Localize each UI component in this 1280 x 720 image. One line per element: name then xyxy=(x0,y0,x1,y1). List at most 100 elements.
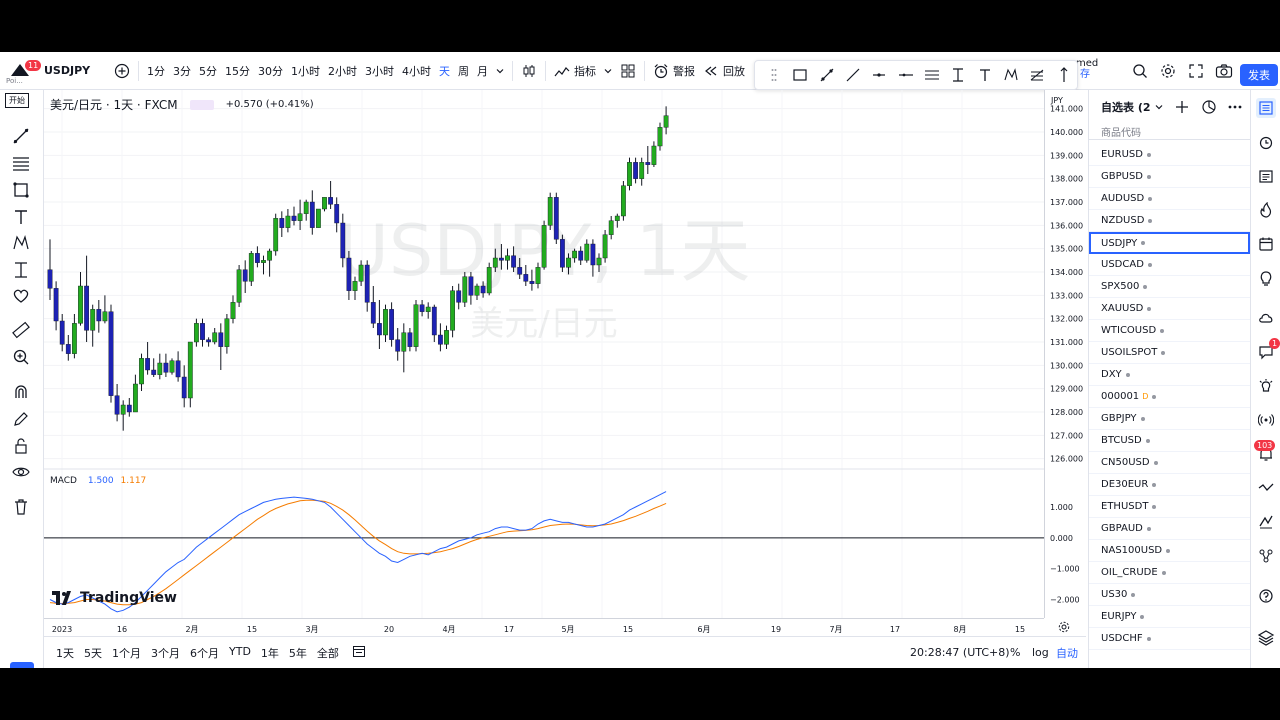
trend-line-tool[interactable] xyxy=(814,62,840,88)
trading-panel-button[interactable] xyxy=(1256,478,1276,498)
zoom-tool[interactable] xyxy=(10,346,32,368)
forecast-left-tool[interactable] xyxy=(10,259,32,281)
price-scale[interactable]: JPY 141.000 140.000 139.000 138.000 137.000 1… xyxy=(1044,90,1086,618)
watchlist-row[interactable]: CN50USD xyxy=(1089,452,1250,474)
favorites-left-tool[interactable] xyxy=(10,285,32,307)
calendar-button[interactable] xyxy=(1256,234,1276,254)
range-1[interactable]: 5天 xyxy=(79,645,107,661)
pie-chart-icon[interactable] xyxy=(1201,99,1217,115)
search-button[interactable] xyxy=(1128,58,1152,84)
interval-4[interactable]: 30分 xyxy=(254,58,287,84)
watchlist-row[interactable]: XAUUSD xyxy=(1089,298,1250,320)
hotlists-button[interactable] xyxy=(1256,200,1276,220)
layout-name[interactable]: med 存 xyxy=(1076,58,1098,80)
ray-tool[interactable] xyxy=(840,62,866,88)
stay-drawing-tool[interactable] xyxy=(10,408,32,430)
layouts-button[interactable] xyxy=(616,58,640,84)
user-avatar[interactable]: 11 Poi... xyxy=(0,52,42,90)
chart-type-button[interactable] xyxy=(517,58,541,84)
watchlist-row[interactable]: USDJPY xyxy=(1089,232,1250,254)
watchlist-row[interactable]: ETHUSDT xyxy=(1089,496,1250,518)
trend-line-left-tool[interactable] xyxy=(10,125,32,147)
text-tool[interactable] xyxy=(972,62,998,88)
magnet-tool[interactable] xyxy=(10,381,32,403)
interval-5[interactable]: 1小时 xyxy=(287,58,324,84)
symbol-search[interactable]: USDJPY xyxy=(40,58,110,84)
more-dots-icon[interactable] xyxy=(1227,99,1243,115)
watchlist-row[interactable]: EURUSD xyxy=(1089,144,1250,166)
clock[interactable]: 20:28:47 (UTC+8) xyxy=(910,646,1010,659)
chevron-down-icon[interactable] xyxy=(1155,103,1163,111)
interval-0[interactable]: 1分 xyxy=(143,58,169,84)
chart-pane[interactable]: USDJPY, 1天 美元/日元 美元/日元 · 1天 · FXCM +0.570… xyxy=(44,90,1044,618)
watchlist-row[interactable]: GBPAUD xyxy=(1089,518,1250,540)
watchlist-row[interactable]: USOILSPOT xyxy=(1089,342,1250,364)
measure-tool[interactable] xyxy=(10,319,32,341)
interval-7[interactable]: 3小时 xyxy=(361,58,398,84)
broadcast-button[interactable] xyxy=(1256,410,1276,430)
watchlist-row[interactable]: AUDUSD xyxy=(1089,188,1250,210)
ideas-button[interactable] xyxy=(1256,268,1276,288)
watchlist-row[interactable]: GBPUSD xyxy=(1089,166,1250,188)
range-7[interactable]: 5年 xyxy=(284,645,312,661)
watchlist-row[interactable]: 000001 D xyxy=(1089,386,1250,408)
watchlist-row[interactable]: USDCAD xyxy=(1089,254,1250,276)
interval-8[interactable]: 4小时 xyxy=(398,58,435,84)
help-button[interactable] xyxy=(1256,586,1276,606)
lock-drawings-tool[interactable] xyxy=(10,435,32,457)
range-6[interactable]: 1年 xyxy=(256,645,284,661)
interval-3[interactable]: 15分 xyxy=(221,58,254,84)
snapshot-button[interactable] xyxy=(1211,58,1237,84)
watchlist-row[interactable]: BTCUSD xyxy=(1089,430,1250,452)
interval-1[interactable]: 3分 xyxy=(169,58,195,84)
fullscreen-button[interactable] xyxy=(1184,58,1208,84)
pattern-left-tool[interactable] xyxy=(10,232,32,254)
watchlist-row[interactable]: GBPJPY xyxy=(1089,408,1250,430)
price-range-tool[interactable] xyxy=(1051,62,1077,88)
rectangle-tool[interactable] xyxy=(787,62,813,88)
dom-button[interactable] xyxy=(1256,512,1276,532)
range-3[interactable]: 3个月 xyxy=(146,645,185,661)
interval-11[interactable]: 月 xyxy=(473,58,492,84)
indicators-button[interactable]: 指标 xyxy=(550,58,600,84)
watchlist-widget-button[interactable] xyxy=(1256,98,1276,118)
chats-button[interactable]: 1 xyxy=(1256,338,1280,362)
layers-button[interactable] xyxy=(1256,628,1276,648)
watchlist-row[interactable]: OIL_CRUDE xyxy=(1089,562,1250,584)
drag-handle[interactable] xyxy=(761,62,787,88)
settings-button[interactable] xyxy=(1156,58,1180,84)
replay-button[interactable]: 回放 xyxy=(699,58,749,84)
watchlist-row[interactable]: US30 xyxy=(1089,584,1250,606)
range-0[interactable]: 1天 xyxy=(51,645,79,661)
alert-button[interactable]: 警报 xyxy=(649,58,699,84)
pattern-tool[interactable] xyxy=(998,62,1024,88)
data-window-button[interactable] xyxy=(1256,166,1276,186)
auto-scale-toggle[interactable]: 自动 xyxy=(1056,645,1078,661)
time-axis-settings[interactable] xyxy=(1054,618,1074,636)
watchlist-row[interactable]: USDCHF xyxy=(1089,628,1250,650)
indicators-dropdown[interactable] xyxy=(600,58,616,84)
watchlist-row[interactable]: SPX500 xyxy=(1089,276,1250,298)
range-8[interactable]: 全部 xyxy=(312,645,344,661)
currency-label[interactable]: JPY xyxy=(1051,96,1063,105)
range-5[interactable]: YTD xyxy=(224,645,256,661)
long-position-tool[interactable] xyxy=(945,62,971,88)
shape-left-tool[interactable] xyxy=(10,179,32,201)
range-4[interactable]: 6个月 xyxy=(185,645,224,661)
horizontal-line-tool[interactable] xyxy=(893,62,919,88)
chart-canvas[interactable]: USDJPY, 1天美元/日元 xyxy=(44,90,1044,618)
horizontal-ray-tool[interactable] xyxy=(866,62,892,88)
add-symbol-icon[interactable] xyxy=(1175,100,1189,114)
watchlist-row[interactable]: WTICOUSD xyxy=(1089,320,1250,342)
watchlist-row[interactable]: EURJPY xyxy=(1089,606,1250,628)
watchlist-row[interactable]: DXY xyxy=(1089,364,1250,386)
interval-9[interactable]: 天 xyxy=(435,58,454,84)
legend-toggle[interactable] xyxy=(189,99,214,110)
watchlist-title[interactable]: 自选表 (2 xyxy=(1101,99,1151,115)
fib-tool[interactable] xyxy=(1024,62,1050,88)
go-to-date-button[interactable] xyxy=(352,644,366,661)
hide-drawings-tool[interactable] xyxy=(10,461,32,483)
interval-dropdown[interactable] xyxy=(492,58,508,84)
percent-toggle[interactable]: % xyxy=(1010,646,1020,659)
interval-10[interactable]: 周 xyxy=(454,58,473,84)
